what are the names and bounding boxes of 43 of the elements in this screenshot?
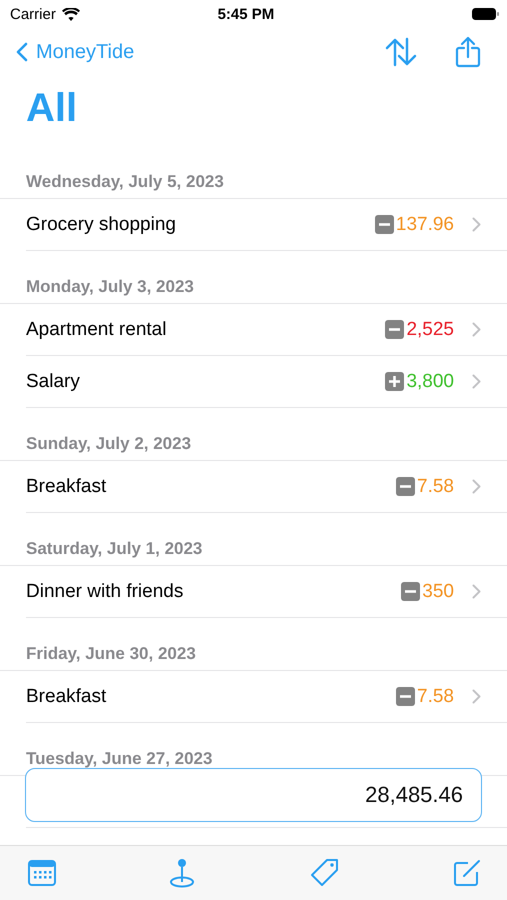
share-icon[interactable]: [455, 36, 481, 68]
minus-icon: [385, 320, 404, 339]
amount-text: 7.58: [417, 476, 454, 498]
transaction-row[interactable]: Apartment rental 2,525: [26, 304, 507, 356]
battery-icon: [472, 8, 499, 20]
compose-icon[interactable]: [452, 859, 481, 887]
date-header: Monday, July 3, 2023: [26, 277, 194, 296]
minus-icon: [401, 582, 420, 601]
minus-icon: [374, 215, 394, 234]
chevron-left-icon: [16, 42, 28, 62]
wifi-icon: [62, 8, 80, 20]
transaction-row[interactable]: Breakfast 7.58: [26, 671, 507, 723]
amount-text: 7.58: [417, 686, 454, 708]
calendar-icon[interactable]: [28, 860, 56, 886]
transaction-row[interactable]: Salary 3,800: [26, 356, 507, 408]
total-amount: 28,485.46: [365, 782, 463, 808]
chevron-icon: [472, 584, 481, 599]
minus-icon: [396, 477, 416, 496]
date-header: Tuesday, June 27, 2023: [26, 749, 212, 768]
carrier-label: Carrier: [10, 6, 56, 22]
amount-text: 350: [422, 580, 454, 602]
plus-icon: [385, 372, 404, 391]
date-header: Saturday, July 1, 2023: [26, 539, 202, 558]
clock-time: 5:45 PM: [216, 6, 276, 22]
transaction-row[interactable]: Grocery shopping 137.96: [26, 199, 507, 251]
chevron-icon: [472, 374, 481, 389]
date-header: Wednesday, July 5, 2023: [26, 172, 224, 191]
chevron-icon: [472, 322, 481, 337]
amount-text: 137.96: [396, 214, 454, 236]
amount-text: 2,525: [406, 318, 454, 340]
date-header: Sunday, July 2, 2023: [26, 434, 192, 453]
amount-text: 3,800: [406, 370, 454, 392]
minus-icon: [396, 687, 416, 706]
sort-icon[interactable]: [385, 37, 417, 67]
transaction-row[interactable]: Breakfast 7.58: [26, 461, 507, 513]
page-title: All: [26, 86, 78, 131]
tag-icon[interactable]: [308, 857, 341, 889]
date-header: Friday, June 30, 2023: [26, 644, 196, 663]
transaction-row[interactable]: Dinner with friends 350: [26, 566, 507, 618]
location-pin-icon[interactable]: [168, 858, 196, 888]
chevron-icon: [472, 479, 481, 494]
chevron-icon: [472, 689, 481, 704]
chevron-icon: [472, 217, 481, 232]
